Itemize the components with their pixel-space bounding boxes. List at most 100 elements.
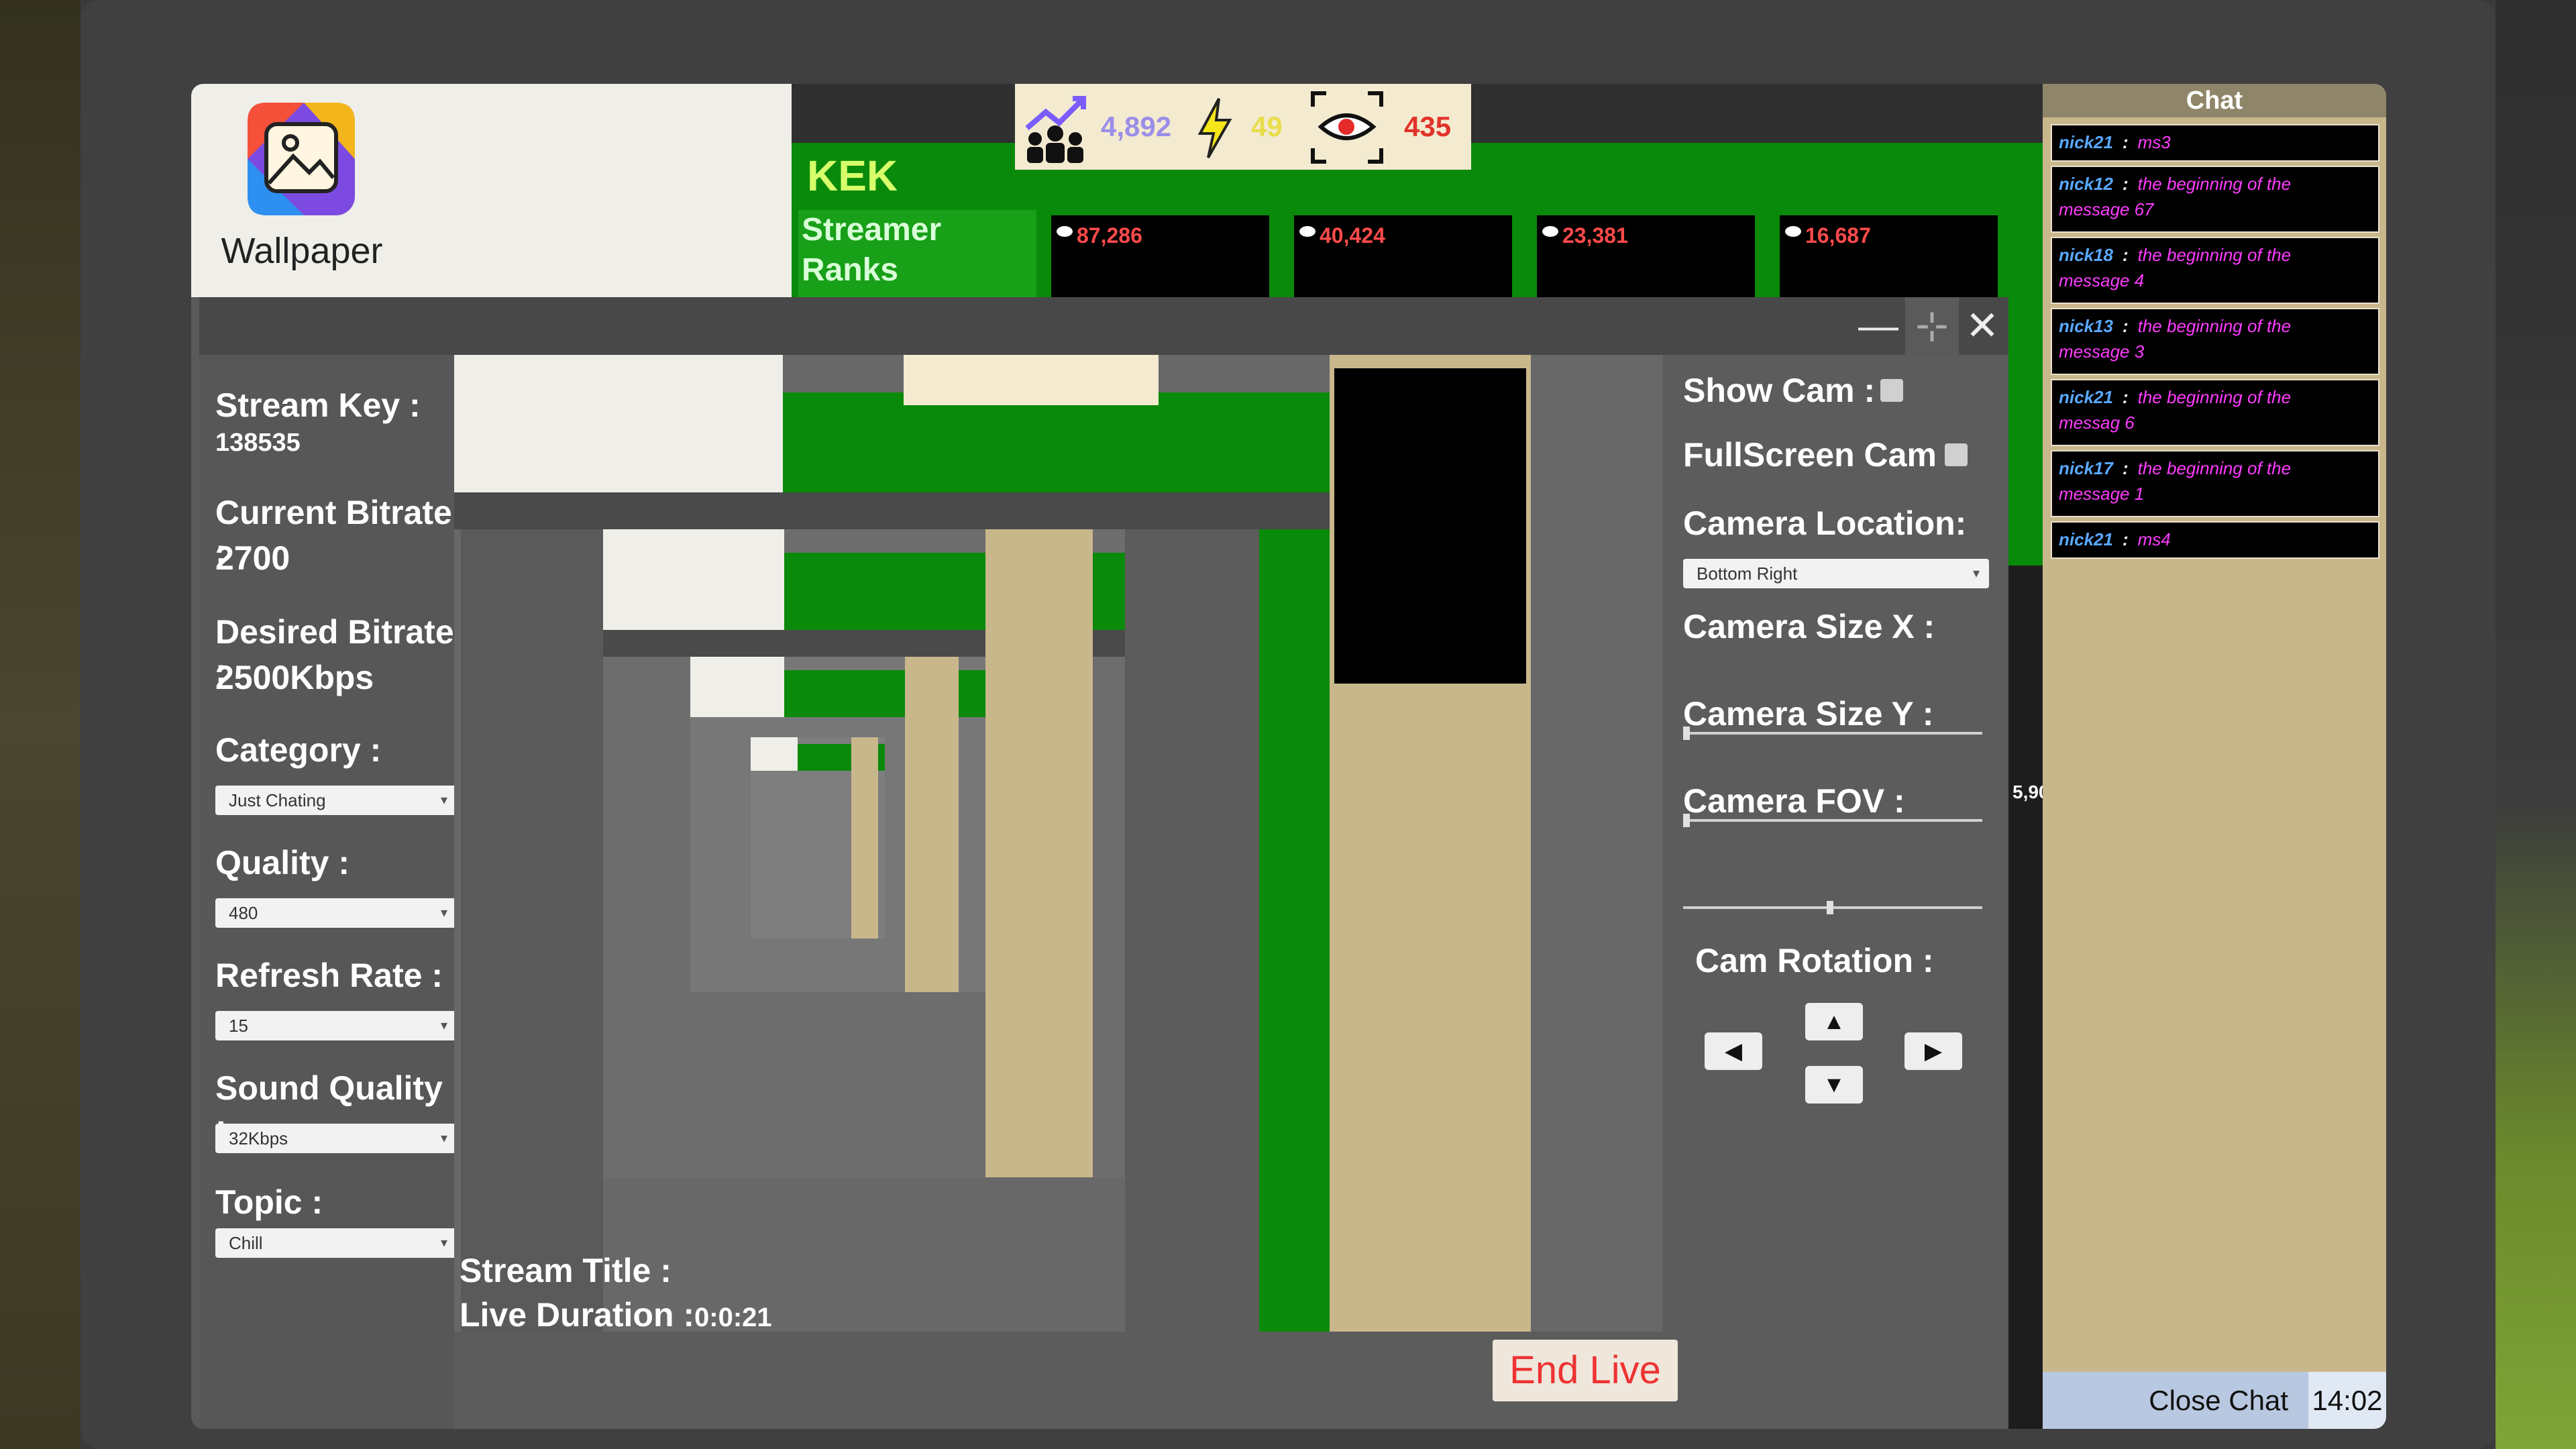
stream-key-label: Stream Key : [215,386,421,424]
camera-fov-knob[interactable] [1827,901,1834,914]
rank-card: 87,286 [1051,215,1269,297]
room-wall-right [2496,0,2576,1449]
eye-icon [1299,226,1316,237]
quality-label: Quality : [215,844,350,881]
mirror-titlebar [454,492,1447,529]
refresh-rate-dropdown[interactable]: 15 [215,1011,457,1040]
chat-text-cont: message 67 [2059,199,2154,219]
camera-fov-label: Camera FOV : [1683,782,1905,820]
cam-rotation-label: Cam Rotation : [1695,942,1934,979]
mirror-l4-chat [851,737,878,938]
close-chat-button[interactable]: Close Chat [2043,1372,2308,1429]
chat-text: the beginning of the [2137,316,2292,336]
chat-text-cont: message 1 [2059,484,2145,504]
chat-message: nick21: ms4 [2051,521,2379,559]
rotate-left-button[interactable]: ◀ [1705,1032,1762,1070]
end-live-button[interactable]: End Live [1493,1340,1678,1401]
restore-button[interactable]: ⊹ [1905,297,1959,355]
chat-message: nick18: the beginning of the message 4 [2051,237,2379,304]
fullscreen-cam-checkbox[interactable] [1945,443,1968,466]
rotate-down-button[interactable]: ▼ [1805,1066,1863,1104]
stream-settings-panel: Stream Key : 138535 Current Bitrate : 27… [199,355,457,1429]
live-duration-value: 0:0:21 [694,1303,772,1332]
chat-text: the beginning of the [2137,387,2292,407]
mirror-l2-header [784,553,1167,630]
category-label: Category : [215,731,382,769]
current-bitrate-value: 2700 [215,539,290,577]
rotate-right-button[interactable]: ▶ [1904,1032,1962,1070]
chat-nick: nick21 [2059,387,2113,407]
energy-count: 49 [1251,111,1283,142]
rank-value: 23,381 [1562,223,1628,248]
mirror-l4-wallpaper [751,737,798,771]
minimize-button[interactable]: — [1851,297,1905,355]
stream-title-label: Stream Title : [460,1252,672,1289]
wallpaper-app-tile[interactable]: Wallpaper [191,84,792,297]
stats-bar: 4,892 49 435 [1015,84,1471,170]
show-cam-checkbox[interactable] [1880,379,1903,402]
chat-text: the beginning of the [2137,458,2292,478]
chat-text: ms4 [2137,529,2171,549]
monitor-screen: Wallpaper KEK 4,892 49 435 Streamer Rank… [191,84,2386,1429]
background-green-strip [2008,297,2043,566]
camera-location-dropdown[interactable]: Bottom Right [1683,559,1989,588]
camera-settings-panel: Show Cam : FullScreen Cam : Camera Locat… [1663,355,1989,1429]
mirror-l2-wallpaper [603,529,784,630]
ranks-title: Streamer Ranks [802,212,942,288]
room-wall-left [0,0,80,1449]
channel-name: KEK [807,152,898,200]
chat-separator: : [2122,316,2129,336]
viewers-eye-icon [1311,91,1383,164]
chat-nick: nick17 [2059,458,2113,478]
chat-text-cont: message 3 [2059,341,2145,362]
chat-nick: nick12 [2059,174,2113,194]
rank-card: 40,424 [1294,215,1512,297]
chat-separator: : [2122,529,2129,549]
chat-text: the beginning of the [2137,245,2292,265]
mirror-l3 [690,657,985,992]
clock: 14:02 [2308,1372,2386,1429]
camera-location-label: Camera Location: [1683,504,1967,542]
chat-nick: nick21 [2059,132,2113,152]
streamer-ranks-label: Streamer Ranks 1. Shaggy [798,210,1036,328]
lightning-icon [1197,98,1232,158]
rank-value: 87,286 [1077,223,1142,248]
mirror-l3-wallpaper [690,657,784,717]
camera-size-y-label: Camera Size Y : [1683,695,1934,733]
desired-bitrate-value: 2500Kbps [215,659,374,696]
show-cam-label: Show Cam : [1683,372,1876,409]
rotate-up-button[interactable]: ▲ [1805,1003,1863,1040]
chat-separator: : [2122,132,2129,152]
mirror-stats [904,355,1159,405]
chat-separator: : [2122,174,2129,194]
chat-nick: nick13 [2059,316,2113,336]
close-window-button[interactable]: ✕ [1955,297,2009,355]
chat-separator: : [2122,458,2129,478]
mirror-wallpaper [454,355,783,492]
chat-title: Chat [2043,84,2386,117]
live-duration: Live Duration :0:0:21 [460,1295,772,1334]
chat-separator: : [2122,387,2129,407]
fullscreen-cam-label: FullScreen Cam : [1683,436,1957,474]
rank-value: 40,424 [1320,223,1385,248]
refresh-rate-label: Refresh Rate : [215,957,443,994]
eye-icon [1542,226,1558,237]
mirror-l3-chat [905,657,959,992]
mirror-chat-messages [1334,368,1526,684]
chat-nick: nick18 [2059,245,2113,265]
chat-message: nick17: the beginning of the message 1 [2051,450,2379,517]
chat-nick: nick21 [2059,529,2113,549]
quality-dropdown[interactable]: 480 [215,898,457,928]
mirror-left-panel [461,529,603,1332]
mirror-l4 [751,737,885,938]
topic-dropdown[interactable]: Chill [215,1228,457,1258]
chat-text-cont: message 4 [2059,270,2145,290]
category-dropdown[interactable]: Just Chating [215,786,457,815]
stream-window-titlebar[interactable] [199,297,2008,355]
stream-preview-mirror [454,355,1663,1332]
mirror-frame [454,355,1663,1332]
followers-count: 4,892 [1101,111,1172,142]
chat-message: nick21: ms3 [2051,124,2379,162]
mirror-l2-chat [985,529,1093,1177]
sound-quality-dropdown[interactable]: 32Kbps [215,1124,457,1153]
